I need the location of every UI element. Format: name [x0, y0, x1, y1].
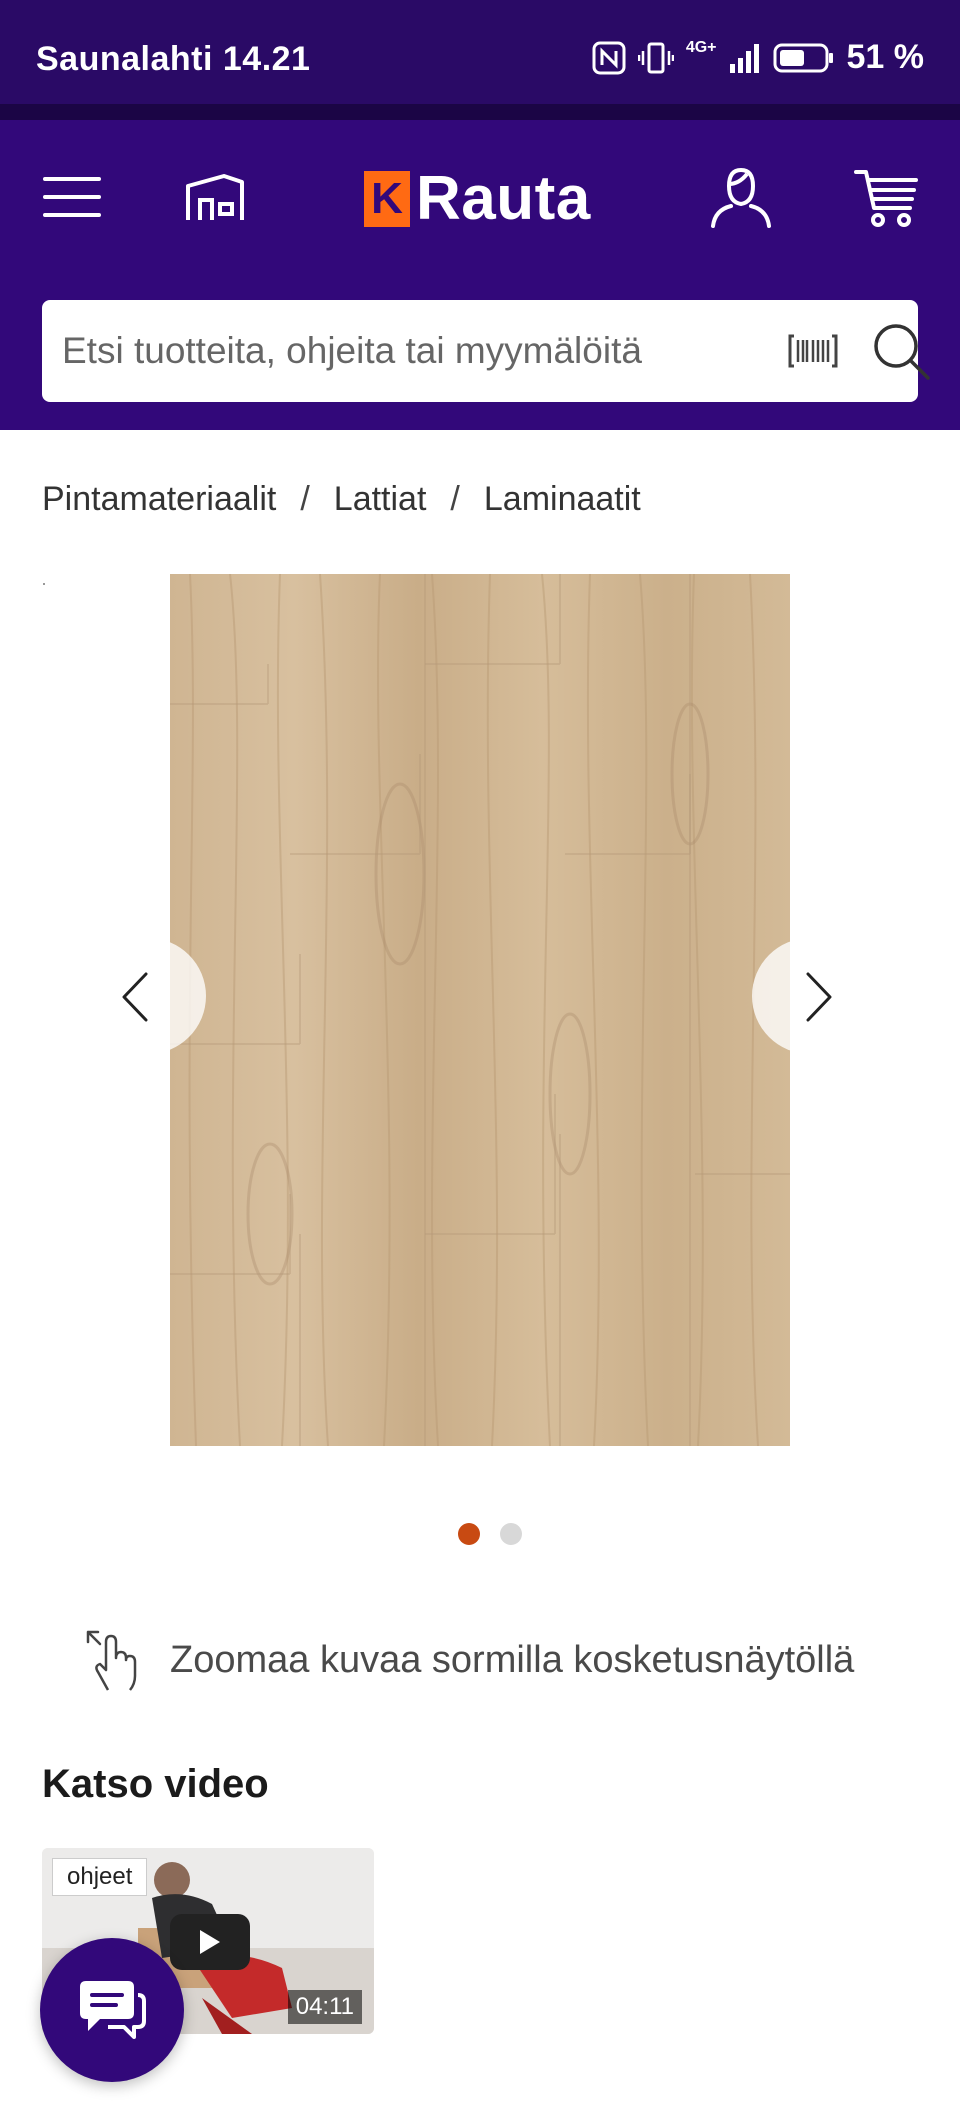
chevron-left-icon — [122, 972, 148, 1022]
video-tag: ohjeet — [52, 1858, 148, 1896]
barcode-scan-button[interactable] — [788, 330, 838, 372]
search-bar — [42, 300, 930, 402]
status-bar: Saunalahti 14.21 4G+ 51 % — [0, 0, 960, 104]
product-image[interactable] — [170, 574, 790, 1446]
breadcrumb-item-pintamateriaalit[interactable]: Pintamateriaalit — [42, 480, 276, 519]
chat-button[interactable] — [40, 1938, 184, 2082]
carousel-dot-2[interactable] — [500, 1523, 522, 1545]
user-icon — [711, 167, 771, 228]
image-placeholder-dot — [43, 583, 45, 585]
store-button[interactable] — [180, 165, 250, 229]
breadcrumb-separator: / — [450, 480, 460, 518]
breadcrumb-separator: / — [300, 480, 310, 518]
pinch-zoom-icon — [86, 1630, 137, 1691]
breadcrumb-item-laminaatit[interactable]: Laminaatit — [484, 480, 641, 519]
zoom-hint: Zoomaa kuvaa sormilla kosketusnäytöllä — [84, 1628, 854, 1692]
carousel-dots — [458, 1523, 522, 1545]
cart-button[interactable] — [850, 162, 924, 232]
breadcrumb-item-lattiat[interactable]: Lattiat — [334, 480, 427, 519]
video-duration: 04:11 — [287, 1990, 362, 2024]
barcode-icon — [788, 334, 838, 368]
battery-icon — [773, 43, 833, 72]
store-icon — [186, 174, 244, 220]
status-carrier-time: Saunalahti 14.21 — [36, 40, 311, 78]
search-button[interactable] — [872, 322, 932, 382]
account-button[interactable] — [706, 162, 776, 232]
carousel-dot-1[interactable] — [458, 1523, 480, 1545]
breadcrumb: Pintamateriaalit / Lattiat / Laminaatit — [42, 480, 641, 519]
video-section-title: Katso video — [42, 1762, 269, 1806]
vibrate-icon — [637, 42, 674, 73]
status-divider — [0, 104, 960, 120]
play-button[interactable] — [170, 1914, 250, 1970]
zoom-hint-text: Zoomaa kuvaa sormilla kosketusnäytöllä — [170, 1638, 855, 1681]
search-icon — [874, 324, 930, 380]
nfc-icon — [592, 41, 626, 74]
logo-text: Rauta — [416, 164, 591, 233]
kesko-rauta-logo[interactable]: K Rauta — [364, 168, 591, 230]
signal-icon — [729, 43, 759, 73]
laminate-texture — [170, 574, 790, 1446]
app-header: K Rauta — [0, 120, 960, 430]
chat-icon — [80, 1981, 146, 2039]
logo-k-mark: K — [364, 171, 410, 227]
carousel-next-button[interactable] — [752, 938, 868, 1054]
search-input[interactable] — [62, 300, 762, 402]
menu-icon — [43, 177, 101, 217]
network-label: 4G+ — [685, 38, 717, 56]
chevron-right-icon — [806, 972, 832, 1022]
menu-button[interactable] — [40, 165, 104, 229]
battery-percent: 51 % — [846, 38, 925, 76]
carousel-prev-button[interactable] — [90, 938, 206, 1054]
cart-icon — [854, 170, 918, 227]
status-icons: 4G+ 51 % — [592, 38, 924, 77]
play-icon — [200, 1930, 220, 1954]
